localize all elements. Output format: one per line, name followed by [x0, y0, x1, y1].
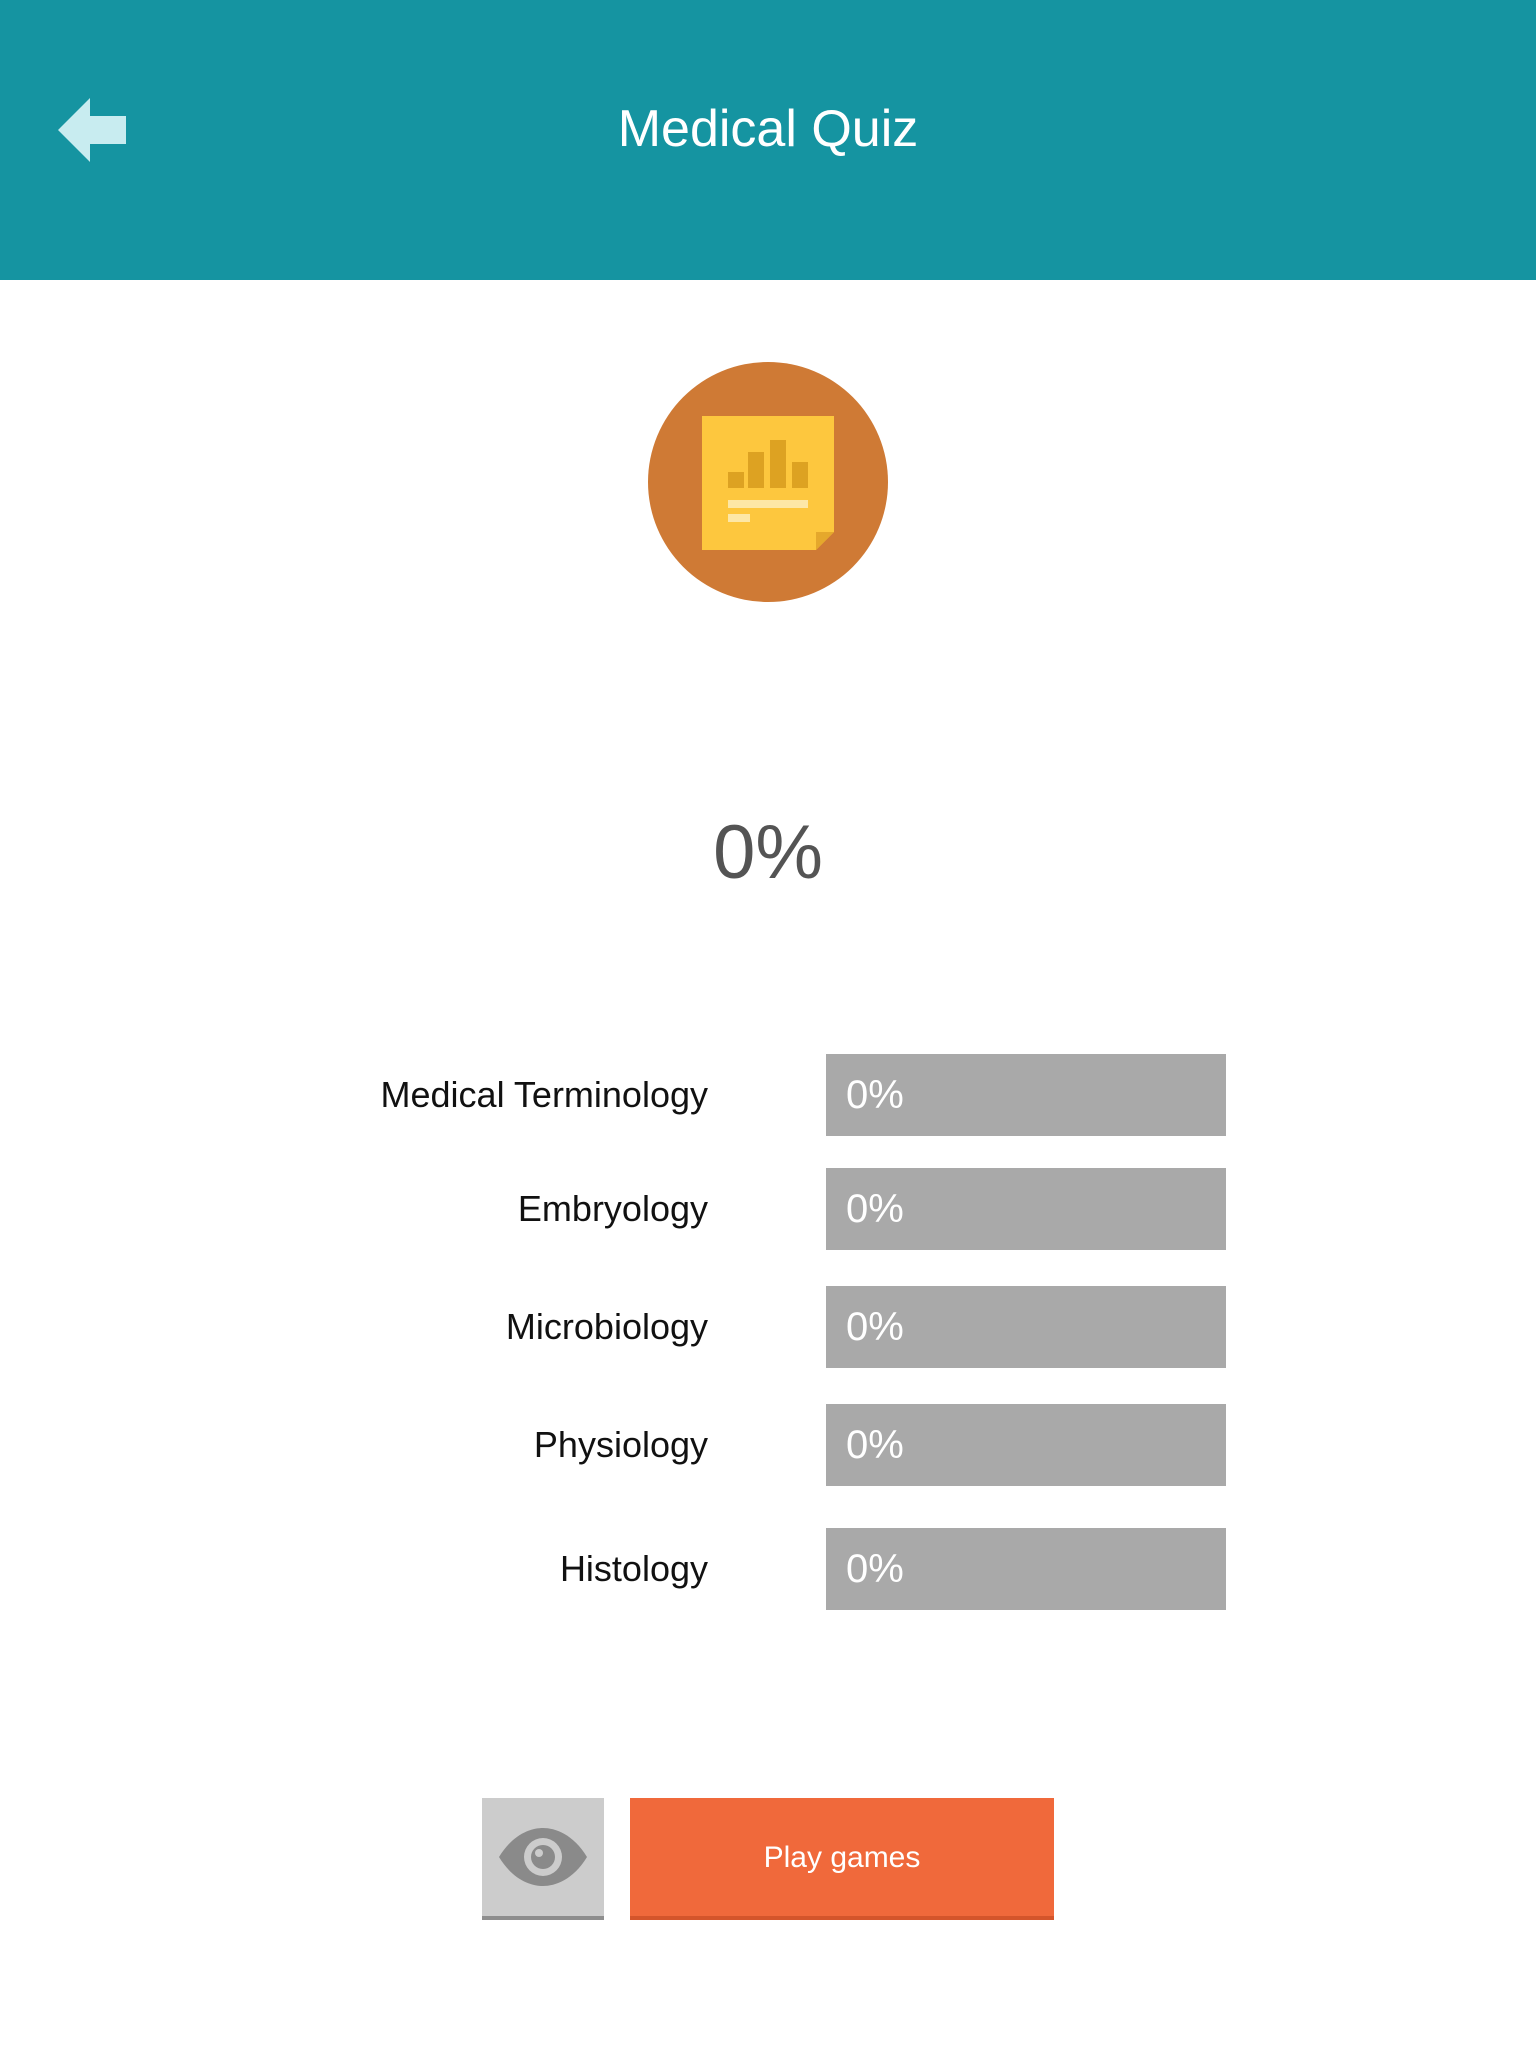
category-label: Embryology	[517, 1188, 708, 1229]
category-percent: 0%	[846, 1305, 904, 1349]
category-percent: 0%	[846, 1187, 904, 1231]
category-progress-bar: 0%	[826, 1404, 1226, 1486]
category-percent: 0%	[846, 1073, 904, 1117]
category-progress-bar: 0%	[826, 1286, 1226, 1368]
category-row-microbiology: Microbiology 0%	[0, 1286, 1536, 1368]
quiz-stats-screen: Medical Quiz 0% Medical Terminology 0% E…	[0, 0, 1536, 2048]
category-label: Physiology	[533, 1424, 708, 1465]
stats-note-icon	[648, 362, 888, 602]
category-row-embryology: Embryology 0%	[0, 1168, 1536, 1250]
eye-icon	[499, 1828, 587, 1886]
category-percent: 0%	[846, 1423, 904, 1467]
category-progress-bar: 0%	[826, 1528, 1226, 1610]
total-score: 0%	[713, 810, 823, 895]
category-row-histology: Histology 0%	[0, 1528, 1536, 1610]
category-row-medical-terminology: Medical Terminology 0%	[0, 1054, 1536, 1136]
category-progress-bar: 0%	[826, 1054, 1226, 1136]
category-label: Microbiology	[505, 1306, 708, 1347]
header-bar: Medical Quiz	[0, 0, 1536, 280]
category-row-physiology: Physiology 0%	[0, 1404, 1536, 1486]
play-games-button[interactable]: Play games	[630, 1798, 1054, 1920]
category-percent: 0%	[846, 1547, 904, 1591]
category-label: Medical Terminology	[380, 1074, 708, 1115]
review-button[interactable]	[482, 1798, 604, 1920]
stats-badge	[648, 362, 888, 602]
category-label: Histology	[559, 1548, 708, 1589]
category-progress-bar: 0%	[826, 1168, 1226, 1250]
page-title: Medical Quiz	[617, 100, 919, 158]
